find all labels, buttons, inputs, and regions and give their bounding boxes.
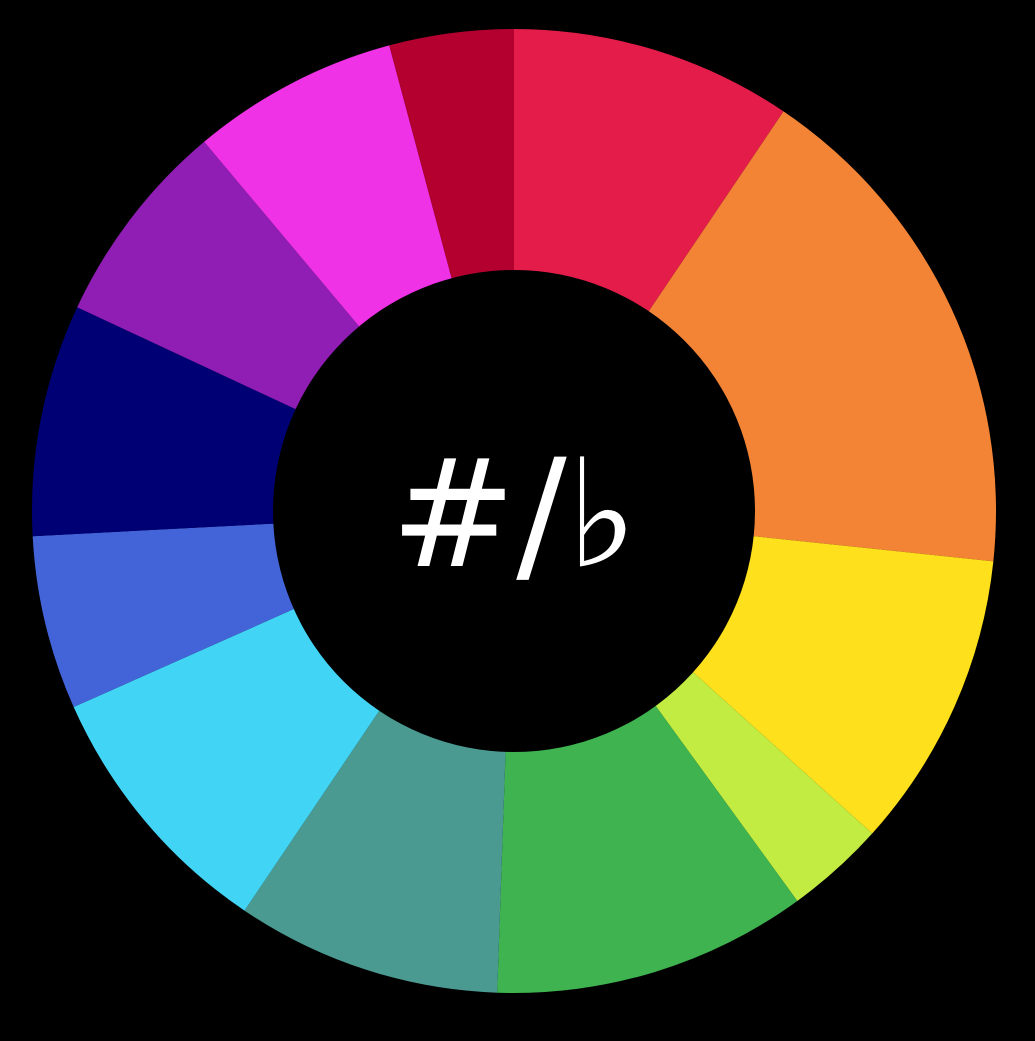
wheel-graphic: #/♭: [31, 29, 996, 994]
sharp-flat-wheel: #/♭: [0, 0, 1035, 1041]
sharp-flat-label: #/♭: [391, 428, 638, 602]
